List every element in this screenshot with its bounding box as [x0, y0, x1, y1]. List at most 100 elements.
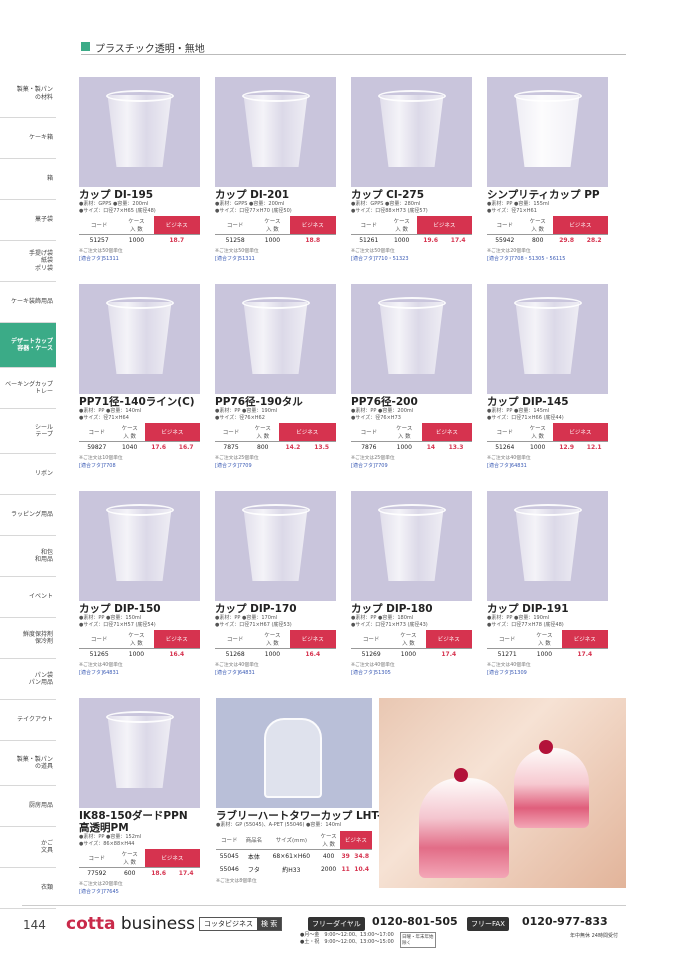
price-table: コード ケース 入 数 ビジネス 51258 1000 18.8	[215, 216, 336, 246]
case-quantity: 1000	[264, 237, 281, 245]
col-code: コード	[487, 630, 528, 650]
col-code: コード	[79, 630, 120, 650]
unit-price: 16.4	[169, 651, 185, 659]
price-table: コード ケース 入 数 ビジネス 7875 800 14.2 13.5	[215, 423, 336, 453]
sidebar-item[interactable]: 菓子袋	[0, 200, 56, 241]
product-image	[215, 284, 336, 394]
col-code: コード	[351, 423, 387, 443]
product-code: 59827	[87, 444, 107, 452]
product-code: 7875	[223, 444, 239, 452]
product-name: PP71径-140ライン(C)	[79, 396, 195, 408]
product-card: PP76径-200 ●素材：PP ●容量：200ml ●サイズ：径76×H73 …	[351, 284, 472, 469]
product-spec: ●素材：GP (55045)、A-PET (55046) ●容量：140ml	[216, 822, 342, 829]
search-keyword: コッタビジネス	[204, 920, 253, 928]
col-business: ビジネス	[561, 630, 608, 650]
compatible-lid[interactable]: [適合フタ]64831	[79, 669, 200, 676]
sidebar-item[interactable]: かご 文具	[0, 827, 56, 868]
sidebar-item[interactable]: 箱	[0, 159, 56, 200]
product-name: カップ DI-201	[215, 189, 290, 201]
sidebar-item[interactable]: ケーキ装飾用品	[0, 282, 56, 323]
col-business: ビジネス	[416, 216, 472, 236]
sidebar-item[interactable]: ベーキングカップ トレー	[0, 368, 56, 409]
product-code: 55046	[219, 865, 239, 873]
product-size: ●サイズ：86×88×H44	[79, 840, 135, 847]
product-card: カップ DIP-145 ●素材：PP ●容量：145ml ●サイズ：口径71×H…	[487, 284, 608, 469]
compatible-lid[interactable]: [適合フタ]51311	[215, 255, 336, 262]
case-unit-price: 12.1	[586, 444, 602, 452]
sidebar-item[interactable]: イベント	[0, 577, 56, 618]
cup-rim	[241, 90, 310, 102]
cup-rim	[105, 504, 174, 516]
hours-note: 日曜・年末年始 除く	[400, 932, 436, 948]
dessert-photo	[379, 698, 626, 888]
compatible-lid[interactable]: [適合フタ]51311	[79, 255, 200, 262]
sidebar-item[interactable]: シール テープ	[0, 409, 56, 454]
cup-shape	[379, 509, 444, 581]
sidebar-item[interactable]: 鮮度保持剤 保冷剤	[0, 618, 56, 659]
product-name: カップ DIP-150	[79, 603, 161, 615]
header-divider	[81, 54, 626, 55]
compatible-lid[interactable]: [適合フタ]7709	[215, 462, 336, 469]
compatible-lid[interactable]: [適合フタ]51305	[351, 669, 472, 676]
compatible-lid[interactable]: [適合フタ]7708・51305・56115	[487, 255, 608, 262]
category-sidebar: 製菓・製パン の材料 ケーキ箱箱菓子袋 手提げ袋 紙袋 ポリ袋 ケーキ装飾用品 デザート…	[0, 70, 56, 909]
product-card: カップ DI-201 ●素材：GPPS ●容量：200ml ●サイズ：口径77×…	[215, 77, 336, 262]
product-card: カップ DIP-170 ●素材：PP ●容量：170ml ●サイズ：口径71×H…	[215, 491, 336, 676]
compatible-lid[interactable]: [適合フタ]64831	[487, 462, 608, 469]
product-name: PP76径-190タル	[215, 396, 303, 408]
order-note: ※ご注文は25個単位	[215, 456, 259, 462]
product-size: ●サイズ：口径77×H65 (底径48)	[79, 207, 156, 214]
price-table: コード ケース 入 数 ビジネス 51271 1000 17.4	[487, 630, 608, 660]
sidebar-item[interactable]: 製菓・製パン の材料	[0, 70, 56, 118]
product-code: 7876	[361, 444, 377, 452]
price-table: コード ケース 入 数 ビジネス 55942 800 29.8 28.2	[487, 216, 608, 246]
col-business: ビジネス	[552, 423, 608, 443]
product-size: ●サイズ：口径71×H67 (底径53)	[215, 621, 292, 628]
raspberry	[539, 740, 553, 754]
sidebar-item[interactable]: 手提げ袋 紙袋 ポリ袋	[0, 241, 56, 282]
product-code: 51265	[89, 651, 109, 659]
sidebar-item[interactable]: パン袋 パン用品	[0, 659, 56, 700]
compatible-lid[interactable]: [適合フタ]51309	[487, 669, 608, 676]
compatible-lid[interactable]: [適合フタ]77645	[79, 888, 200, 895]
case-quantity: 2000	[320, 865, 337, 873]
sidebar-item[interactable]: ケーキ箱	[0, 118, 56, 159]
order-note: ※ご注文は50個単位	[215, 249, 259, 255]
cup-rim	[513, 90, 582, 102]
sidebar-item[interactable]: ラッピング用品	[0, 495, 56, 536]
product-part: 本体	[247, 853, 260, 861]
product-image	[351, 77, 472, 187]
compatible-lid[interactable]: [適合フタ]7709	[351, 462, 472, 469]
sidebar-item[interactable]: 和包 和用品	[0, 536, 56, 577]
sidebar-item[interactable]: 製菓・製パン の道具	[0, 741, 56, 786]
sidebar-item[interactable]: テイクアウト	[0, 700, 56, 741]
page-footer: 144 cotta business コッタビジネス検 索 フリーダイヤル 01…	[0, 912, 679, 960]
product-card-heart: ラブリーハートタワーカップ LHT-H-6860 ●素材：GP (55045)、…	[216, 698, 424, 884]
col-code: コード	[215, 216, 256, 236]
cup-rim	[241, 297, 310, 309]
product-card: IK88-150ダードPPN 高透明PM ●素材：PP ●容量：152ml ●サ…	[79, 698, 200, 895]
sidebar-item[interactable]: リボン	[0, 454, 56, 495]
cup-shape	[379, 95, 444, 167]
col-business: ビジネス	[552, 216, 608, 236]
product-name: ラブリーハートタワーカップ LHT-H-6860	[216, 810, 424, 822]
cup-rim	[513, 504, 582, 516]
price-table: コード ケース 入 数 ビジネス 51265 1000 16.4	[79, 630, 200, 660]
compatible-lid[interactable]: [適合フタ]7710・51323	[351, 255, 472, 262]
sidebar-item[interactable]: デザートカップ 容器・ケース	[0, 323, 56, 368]
product-code: 51269	[361, 651, 381, 659]
compatible-lid[interactable]: [適合フタ]64831	[215, 669, 336, 676]
col-code: コード	[79, 849, 115, 869]
case-unit-price: 13.5	[314, 444, 330, 452]
col-code: コード	[215, 423, 248, 443]
col-business: ビジネス	[421, 423, 472, 443]
price-table: コード ケース 入 数 ビジネス 51261 1000 19.6 17.4	[351, 216, 472, 246]
cup-rim	[105, 297, 174, 309]
product-code: 51268	[225, 651, 245, 659]
sidebar-item[interactable]: 厨房用品	[0, 786, 56, 827]
sidebar-item[interactable]: 衣類	[0, 868, 56, 909]
compatible-lid[interactable]: [適合フタ]7708	[79, 462, 200, 469]
col-product: 商品名	[242, 830, 266, 850]
col-case: ケース 入 数	[119, 216, 154, 236]
product-image	[215, 77, 336, 187]
